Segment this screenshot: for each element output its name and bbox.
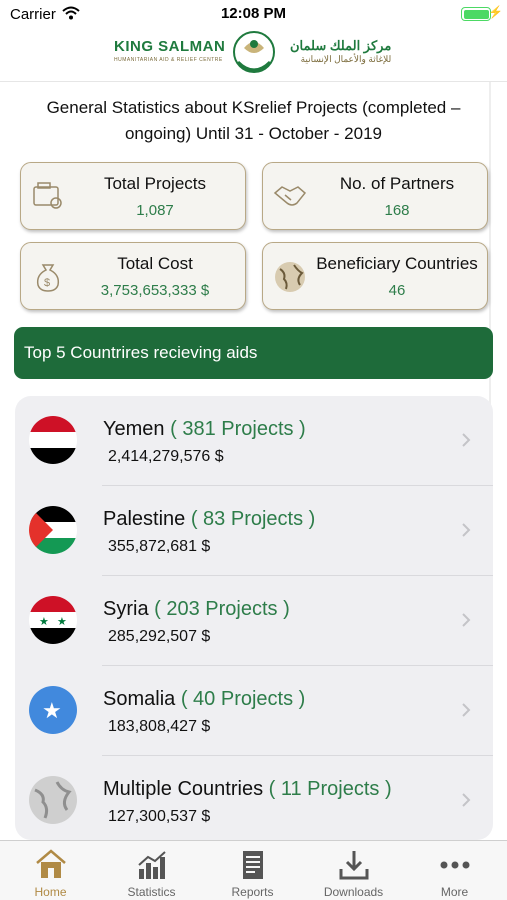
battery-icon — [461, 7, 491, 21]
handshake-icon — [272, 179, 308, 215]
app-header: KING SALMAN HUMANITARIAN AID & RELIEF CE… — [0, 28, 507, 82]
tab-label: Home — [34, 885, 67, 899]
country-row-multiple[interactable]: Multiple Countries ( 11 Projects ) 127,3… — [15, 756, 493, 840]
project-count: ( 11 Projects ) — [268, 778, 392, 800]
stat-label: Total Projects — [103, 174, 207, 193]
globe-icon — [272, 259, 308, 295]
page-headline: General Statistics about KSrelief Projec… — [46, 98, 461, 143]
logo-arabic: مركز الملك سلمان للإغاثة والأعمال الإنسا… — [290, 38, 392, 64]
stat-value: 3,753,653,333 $ — [100, 282, 210, 299]
country-row-somalia[interactable]: ★ Somalia ( 40 Projects ) 183,808,427 $ — [15, 666, 493, 756]
country-amount: 127,300,537 $ — [108, 808, 211, 825]
stat-label: Beneficiary Countries — [316, 254, 478, 273]
country-row-yemen[interactable]: Yemen ( 381 Projects ) 2,414,279,576 $ — [15, 396, 493, 486]
chevron-right-icon — [462, 433, 471, 447]
country-name: Somalia ( 40 Projects ) — [103, 688, 306, 710]
banner-title: Top 5 Countrires recieving aids — [24, 343, 258, 362]
tab-label: Reports — [231, 885, 274, 899]
project-count: ( 83 Projects ) — [190, 508, 316, 530]
country-name: Palestine ( 83 Projects ) — [103, 508, 316, 530]
country-name: Yemen ( 381 Projects ) — [103, 418, 306, 440]
bar-chart-icon — [138, 851, 166, 879]
chevron-right-icon — [462, 703, 471, 717]
stat-value: 1,087 — [136, 202, 174, 219]
country-row-palestine[interactable]: Palestine ( 83 Projects ) 355,872,681 $ — [15, 486, 493, 576]
ksrelief-emblem-icon — [228, 28, 280, 87]
stat-label: No. of Partners — [339, 174, 455, 193]
stat-value: 168 — [384, 202, 410, 219]
home-icon — [36, 849, 66, 878]
country-amount: 285,292,507 $ — [108, 628, 211, 645]
project-count: ( 381 Projects ) — [170, 418, 306, 440]
tab-home[interactable]: Home — [0, 841, 101, 900]
status-time: 12:08 PM — [220, 5, 287, 22]
tab-bar: Home Statistics Reports Downloads More — [0, 840, 507, 900]
svg-text:$: $ — [44, 277, 50, 289]
stat-label: Total Cost — [117, 254, 193, 273]
stat-value: 46 — [388, 282, 406, 299]
somalia-flag-icon: ★ — [29, 686, 77, 734]
tab-more[interactable]: More — [404, 841, 505, 900]
syria-flag-icon: ★ ★ — [29, 596, 77, 644]
stat-card-total-projects[interactable]: Total Projects 1,087 — [20, 162, 246, 230]
stat-card-beneficiary-countries[interactable]: Beneficiary Countries 46 — [262, 242, 488, 310]
palestine-flag-icon — [29, 506, 77, 554]
country-row-syria[interactable]: ★ ★ Syria ( 203 Projects ) 285,292,507 $ — [15, 576, 493, 666]
svg-text:★: ★ — [42, 699, 62, 724]
svg-text:★: ★ — [57, 615, 67, 628]
country-amount: 2,414,279,576 $ — [108, 448, 224, 465]
tab-label: Downloads — [323, 885, 384, 899]
country-name: Multiple Countries ( 11 Projects ) — [103, 778, 392, 800]
projects-icon — [30, 179, 66, 215]
tab-label: More — [440, 885, 469, 899]
tab-label: Statistics — [127, 885, 176, 899]
chevron-right-icon — [462, 523, 471, 537]
globe-icon — [29, 776, 77, 824]
country-amount: 355,872,681 $ — [108, 538, 211, 555]
tab-downloads[interactable]: Downloads — [303, 841, 404, 900]
chevron-right-icon — [462, 613, 471, 627]
chevron-right-icon — [462, 793, 471, 807]
country-list: Yemen ( 381 Projects ) 2,414,279,576 $ P… — [15, 396, 493, 840]
stat-card-total-cost[interactable]: $ Total Cost 3,753,653,333 $ — [20, 242, 246, 310]
yemen-flag-icon — [29, 416, 77, 464]
money-bag-icon: $ — [30, 259, 66, 295]
country-name: Syria ( 203 Projects ) — [103, 598, 290, 620]
stat-card-partners[interactable]: No. of Partners 168 — [262, 162, 488, 230]
logo-english: KING SALMAN HUMANITARIAN AID & RELIEF CE… — [114, 38, 226, 63]
more-dots-icon — [440, 861, 470, 869]
country-amount: 183,808,427 $ — [108, 718, 211, 735]
tab-statistics[interactable]: Statistics — [101, 841, 202, 900]
project-count: ( 40 Projects ) — [180, 688, 306, 710]
status-bar: Carrier 12:08 PM ⚡ — [0, 0, 507, 28]
project-count: ( 203 Projects ) — [154, 598, 290, 620]
document-icon — [243, 851, 263, 879]
charging-icon: ⚡ — [488, 5, 503, 19]
tab-reports[interactable]: Reports — [202, 841, 303, 900]
top-countries-banner: Top 5 Countrires recieving aids — [14, 327, 493, 379]
download-icon — [339, 851, 369, 880]
svg-text:★: ★ — [39, 615, 49, 628]
